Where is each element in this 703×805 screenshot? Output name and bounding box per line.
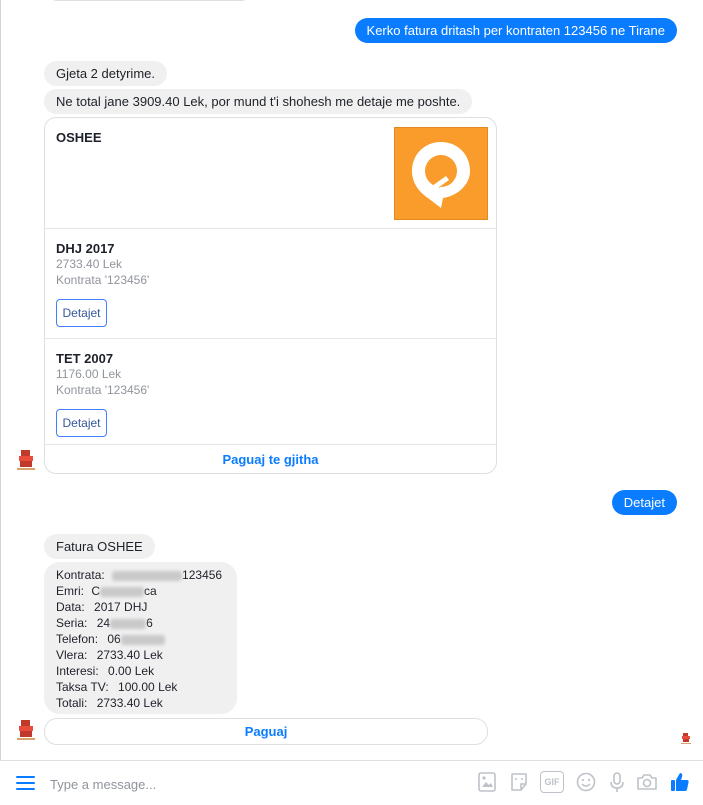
bill-contract: Kontrata '123456' <box>56 273 150 287</box>
bot-avatar-icon <box>17 720 35 740</box>
detail-row-total: Totali: 2733.40 Lek <box>56 695 163 711</box>
bot-total-bubble: Ne total jane 3909.40 Lek, por mund t'i … <box>44 89 473 114</box>
bill-amount: 1176.00 Lek <box>56 367 122 381</box>
detail-row-name: Emri: Cca <box>56 583 157 599</box>
detail-row-contract: Kontrata: 123456 <box>56 567 222 583</box>
detail-value: 06 <box>107 632 121 646</box>
detail-label: Interesi: <box>56 664 99 678</box>
bill-item: DHJ 2017 2733.40 Lek Kontrata '123456' D… <box>45 229 496 339</box>
redacted-value <box>110 618 147 629</box>
read-receipt-icon <box>681 733 691 744</box>
camera-icon[interactable] <box>636 771 658 793</box>
message-input[interactable] <box>48 771 352 797</box>
detail-value: 2017 DHJ <box>94 600 148 614</box>
details-button[interactable]: Detajet <box>56 409 107 437</box>
detail-value: 6 <box>146 616 153 630</box>
detail-label: Kontrata: <box>56 568 105 582</box>
redacted-value <box>120 634 165 645</box>
detail-row-amount: Vlera: 2733.40 Lek <box>56 647 163 663</box>
user-request-bubble: Kerko fatura dritash per kontraten 12345… <box>354 18 677 43</box>
detail-value: 0.00 Lek <box>108 664 155 678</box>
detail-row-phone: Telefon: 06 <box>56 631 165 647</box>
detail-value: ca <box>144 584 157 598</box>
bill-amount: 2733.40 Lek <box>56 257 123 271</box>
oshee-logo <box>394 127 488 220</box>
previous-message-edge <box>48 0 250 1</box>
invoice-header-bubble: Fatura OSHEE <box>44 534 155 559</box>
detail-row-interest: Interesi: 0.00 Lek <box>56 663 154 679</box>
user-details-text: Detajet <box>623 495 665 510</box>
invoice-details-bubble: Kontrata: 123456 Emri: Cca Data: 2017 DH… <box>44 562 237 714</box>
invoice-header-text: Fatura OSHEE <box>56 539 143 554</box>
card-header: OSHEE <box>45 118 496 229</box>
microphone-icon[interactable] <box>606 771 628 793</box>
detail-label: Totali: <box>56 696 88 710</box>
menu-icon[interactable] <box>16 775 35 791</box>
detail-value: 2733.40 Lek <box>96 648 163 662</box>
redacted-value <box>100 586 145 597</box>
detail-value: 24 <box>96 616 111 630</box>
bill-contract: Kontrata '123456' <box>56 383 150 397</box>
detail-label: Vlera: <box>56 648 88 662</box>
detail-value: 123456 <box>182 568 223 582</box>
user-details-bubble: Detajet <box>611 490 677 515</box>
detail-row-series: Seria: 24 6 <box>56 615 153 631</box>
detail-label: Seria: <box>56 616 88 630</box>
bot-found-bubble: Gjeta 2 detyrime. <box>44 61 167 86</box>
image-icon[interactable] <box>476 771 498 793</box>
detail-row-date: Data: 2017 DHJ <box>56 599 147 615</box>
detail-value: 100.00 Lek <box>118 680 178 694</box>
bills-list-card: OSHEE DHJ 2017 2733.40 Lek Kontrata '123… <box>44 117 497 474</box>
detail-row-tv-tax: Taksa TV: 100.00 Lek <box>56 679 177 695</box>
pay-button[interactable]: Paguaj <box>44 718 488 745</box>
user-request-text: Kerko fatura dritash per kontraten 12345… <box>366 23 665 38</box>
pay-all-button[interactable]: Paguaj te gjitha <box>45 445 496 473</box>
detail-label: Data: <box>56 600 85 614</box>
oshee-logo-icon <box>412 142 470 208</box>
provider-name: OSHEE <box>56 130 102 145</box>
bot-total-text: Ne total jane 3909.40 Lek, por mund t'i … <box>56 94 461 109</box>
bill-item: TET 2007 1176.00 Lek Kontrata '123456' D… <box>45 339 496 445</box>
window-left-border <box>0 0 1 804</box>
bot-avatar-icon <box>17 450 35 470</box>
detail-label: Telefon: <box>56 632 99 646</box>
bill-period: DHJ 2017 <box>56 241 115 256</box>
emoji-icon[interactable] <box>575 771 597 793</box>
gif-icon[interactable]: GIF <box>540 771 564 793</box>
bill-period: TET 2007 <box>56 351 114 366</box>
details-button[interactable]: Detajet <box>56 299 107 327</box>
detail-label: Taksa TV: <box>56 680 109 694</box>
redacted-value <box>112 570 183 581</box>
detail-value: C <box>91 584 101 598</box>
message-composer: GIF <box>0 760 703 805</box>
detail-label: Emri: <box>56 584 84 598</box>
bot-found-text: Gjeta 2 detyrime. <box>56 66 155 81</box>
thumbs-up-icon[interactable] <box>669 771 691 793</box>
detail-value: 2733.40 Lek <box>96 696 163 710</box>
sticker-icon[interactable] <box>508 771 530 793</box>
